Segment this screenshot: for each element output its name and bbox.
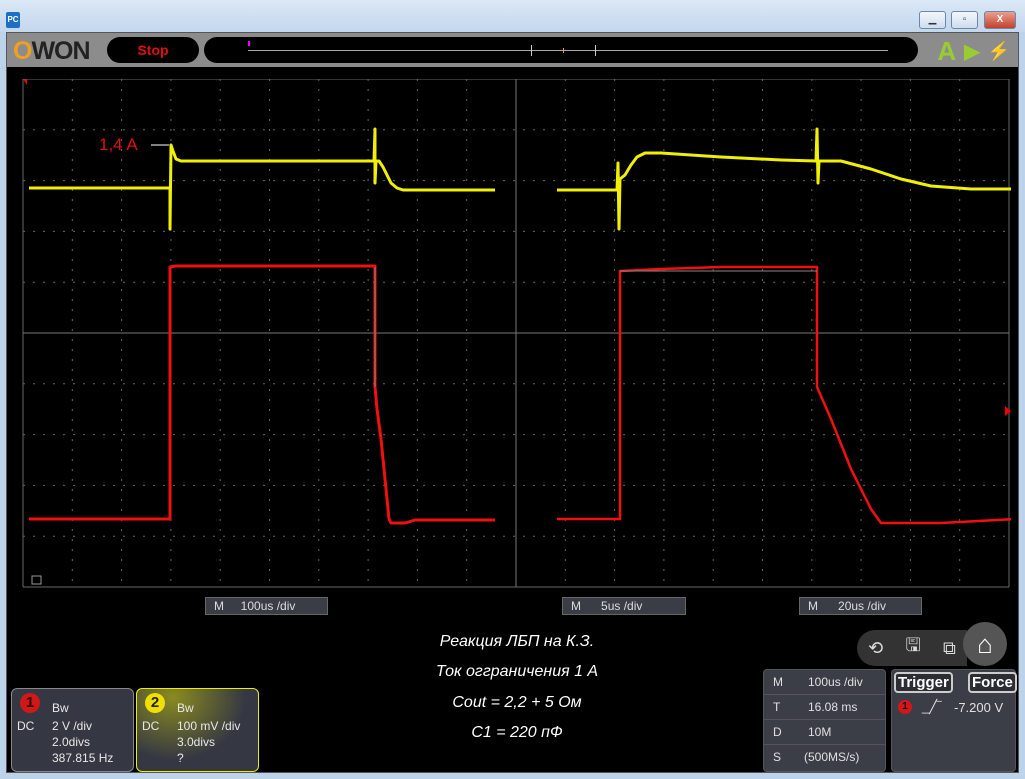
timeline-bar [248,50,888,51]
caption-line-4: C1 = 220 пФ [471,724,563,741]
row-key: D [773,725,782,739]
home-icon[interactable]: ⌂ [963,622,1007,666]
ch2-coupling: DC [142,719,160,733]
undo-home-icon[interactable]: ⟲ [868,638,883,659]
ch1-scale: 2 V /div [52,719,93,733]
force-button[interactable]: Force [968,672,1017,693]
minimize-button[interactable]: ▁ [919,11,946,29]
trigger-time-marker [23,79,27,85]
close-button[interactable]: X [984,11,1016,29]
run-icon[interactable]: ▶ [964,39,979,64]
row-value: (500MS/s) [804,750,860,764]
ch1-frequency: 387.815 Hz [52,751,114,765]
ch2-trace-segment-2 [557,127,1011,231]
row-key: S [773,750,782,764]
owon-logo: OWON [13,37,91,65]
caption-line-3: Cout = 2,2 + 5 Ом [452,694,582,711]
maximize-button[interactable]: ▫ [951,11,978,29]
ch1-trace-segment-1 [29,264,495,525]
toolbar: OWON Stop A ▶ ⚡ [7,33,1018,67]
channel-2-panel[interactable]: 2 Bw DC 100 mV /div 3.0divs ? [136,688,259,772]
channel-1-panel[interactable]: 1 Bw DC 2 V /div 2.0divs 387.815 Hz [11,688,134,772]
trigger-level-marker [1005,406,1011,416]
ch2-offset: 3.0divs [177,735,216,749]
row-key: T [773,700,781,714]
trigger-position-marker [248,41,250,46]
window-start-mark [531,45,532,56]
trigger-button[interactable]: Trigger [894,672,953,693]
trigger-source-badge: 1 [898,700,912,714]
run-stop-button[interactable]: Stop [107,37,199,63]
restore-icon[interactable] [31,575,42,585]
channel-2-badge: 2 [145,693,165,713]
utility-bar: ⟲ 🖫 ⧉ [857,630,967,666]
ch2-scale: 100 mV /div [177,719,241,733]
ch1-bandwidth: Bw [52,701,69,715]
horizontal-row: M 100us /div [764,670,885,695]
caption-line-1: Реакция ЛБП на К.З. [439,633,595,650]
row-value: 16.08 ms [808,700,858,714]
row-value: 10M [808,725,832,739]
caption-line-2: Ток огграничения 1 А [435,663,599,680]
center-mark [563,48,564,53]
timebase-label-2[interactable]: M 5us /div [562,597,686,615]
horizontal-panel[interactable]: M 100us /div T 16.08 ms D 10M S (500MS/s) [763,669,886,772]
trigger-level: -7.200 V [954,700,1004,715]
horizontal-row: S (500MS/s) [764,745,885,770]
ch2-bandwidth: Bw [177,701,194,715]
timebase-label-3[interactable]: M 20us /div [799,597,922,615]
scope-window: OWON Stop A ▶ ⚡ 2 1 1,4 A [6,32,1019,773]
app-icon: PC [6,12,20,28]
row-value: 100us /div [808,675,863,689]
auto-icon[interactable]: A [937,36,956,67]
current-annotation: 1,4 A [99,135,138,154]
timebase-label-1[interactable]: M 100us /div [205,597,328,615]
memory-timeline[interactable] [204,37,918,63]
title-bar: PC ▁ ▫ X [0,0,1025,32]
waveform-display[interactable]: 2 1 1,4 A [21,79,1011,591]
ch1-offset: 2.0divs [52,735,91,749]
trigger-panel[interactable]: Trigger Force 1 _╱‾ -7.200 V [891,669,1017,772]
row-key: M [773,675,783,689]
horizontal-row: D 10M [764,720,885,745]
save-icon[interactable]: 🖫 [905,633,920,663]
horizontal-row: T 16.08 ms [764,695,885,720]
channel-1-badge: 1 [20,693,40,713]
window-switch-icon[interactable]: ⧉ [943,638,956,659]
ch1-trace-segment-2 [557,265,1011,525]
force-trigger-icon[interactable]: ⚡ [988,41,1010,62]
window-end-mark [595,45,596,56]
rising-edge-icon: _╱‾ [922,699,942,714]
ch2-frequency: ? [177,751,184,765]
ch1-coupling: DC [17,719,35,733]
